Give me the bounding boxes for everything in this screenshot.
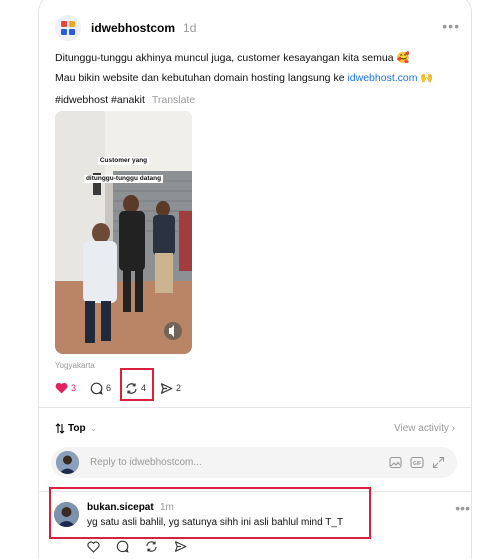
chevron-right-icon: › — [451, 422, 455, 434]
sort-dropdown[interactable]: Top — [68, 423, 86, 434]
like-button[interactable]: 3 — [55, 382, 76, 394]
post-hashtags-row: #idwebhost #anakit Translate — [55, 93, 195, 107]
expand-icon[interactable] — [432, 456, 445, 469]
post-timestamp: 1d — [183, 21, 197, 35]
current-user-avatar — [56, 451, 79, 474]
send-icon — [160, 382, 173, 394]
comment-actions — [87, 540, 187, 553]
post-text-line-1: Ditunggu-tunggu akhinya muncul juga, cus… — [55, 52, 410, 64]
comment-highlight — [49, 487, 371, 539]
more-options-icon[interactable]: ••• — [442, 18, 460, 34]
post-header: idwebhostcom 1d ••• — [55, 14, 460, 42]
like-count: 3 — [71, 383, 77, 393]
video-caption-line-1: Customer yang — [97, 157, 150, 165]
chevron-down-icon[interactable]: ⌄ — [90, 423, 98, 434]
post-text-line-2: Mau bikin website dan kebutuhan domain h… — [55, 71, 434, 85]
video-caption-line-2: ditunggu-tunggu datang — [83, 175, 164, 183]
comment-icon[interactable] — [116, 540, 129, 553]
idwebhost-avatar[interactable] — [55, 15, 81, 41]
video-frame — [55, 111, 192, 354]
idwebhost-logo-icon — [61, 21, 75, 35]
heart-icon[interactable] — [87, 541, 100, 553]
view-activity-label: View activity — [394, 422, 449, 434]
share-button[interactable]: 2 — [160, 382, 181, 395]
svg-text:GIF: GIF — [413, 461, 421, 467]
heart-icon — [55, 382, 68, 394]
send-icon[interactable] — [174, 540, 187, 553]
repost-highlight — [120, 368, 154, 401]
post-text-suffix: 🙌 — [417, 72, 434, 84]
website-link[interactable]: idwebhost.com — [347, 72, 417, 84]
gif-icon[interactable]: GIF — [410, 456, 424, 469]
post-hashtags[interactable]: #idwebhost #anakit — [55, 94, 145, 106]
translate-link[interactable]: Translate — [152, 94, 195, 106]
post-location[interactable]: Yogyakarta — [55, 361, 95, 370]
post-username[interactable]: idwebhostcom — [91, 21, 175, 35]
reply-attachments: GIF — [389, 456, 445, 469]
comment-count: 6 — [106, 383, 112, 393]
post-video[interactable]: Customer yang ditunggu-tunggu datang — [55, 111, 192, 354]
comment-more-options-icon[interactable]: ••• — [455, 500, 470, 516]
comment-button[interactable]: 6 — [90, 382, 111, 395]
repost-icon[interactable] — [145, 540, 158, 553]
reply-input-bar[interactable]: Reply to idwebhostcom... GIF — [51, 447, 457, 478]
comment-icon — [90, 382, 103, 395]
post-text-prefix: Mau bikin website dan kebutuhan domain h… — [55, 72, 348, 84]
sort-row: Top ⌄ View activity › — [55, 420, 455, 436]
reply-input[interactable]: Reply to idwebhostcom... — [90, 457, 202, 468]
video-caption: Customer yang ditunggu-tunggu datang — [67, 149, 180, 185]
sort-icon — [55, 422, 65, 434]
image-icon[interactable] — [389, 456, 402, 469]
view-activity-link[interactable]: View activity › — [394, 423, 455, 434]
share-count: 2 — [176, 383, 182, 393]
divider — [39, 407, 471, 408]
avatar-image — [56, 451, 79, 474]
